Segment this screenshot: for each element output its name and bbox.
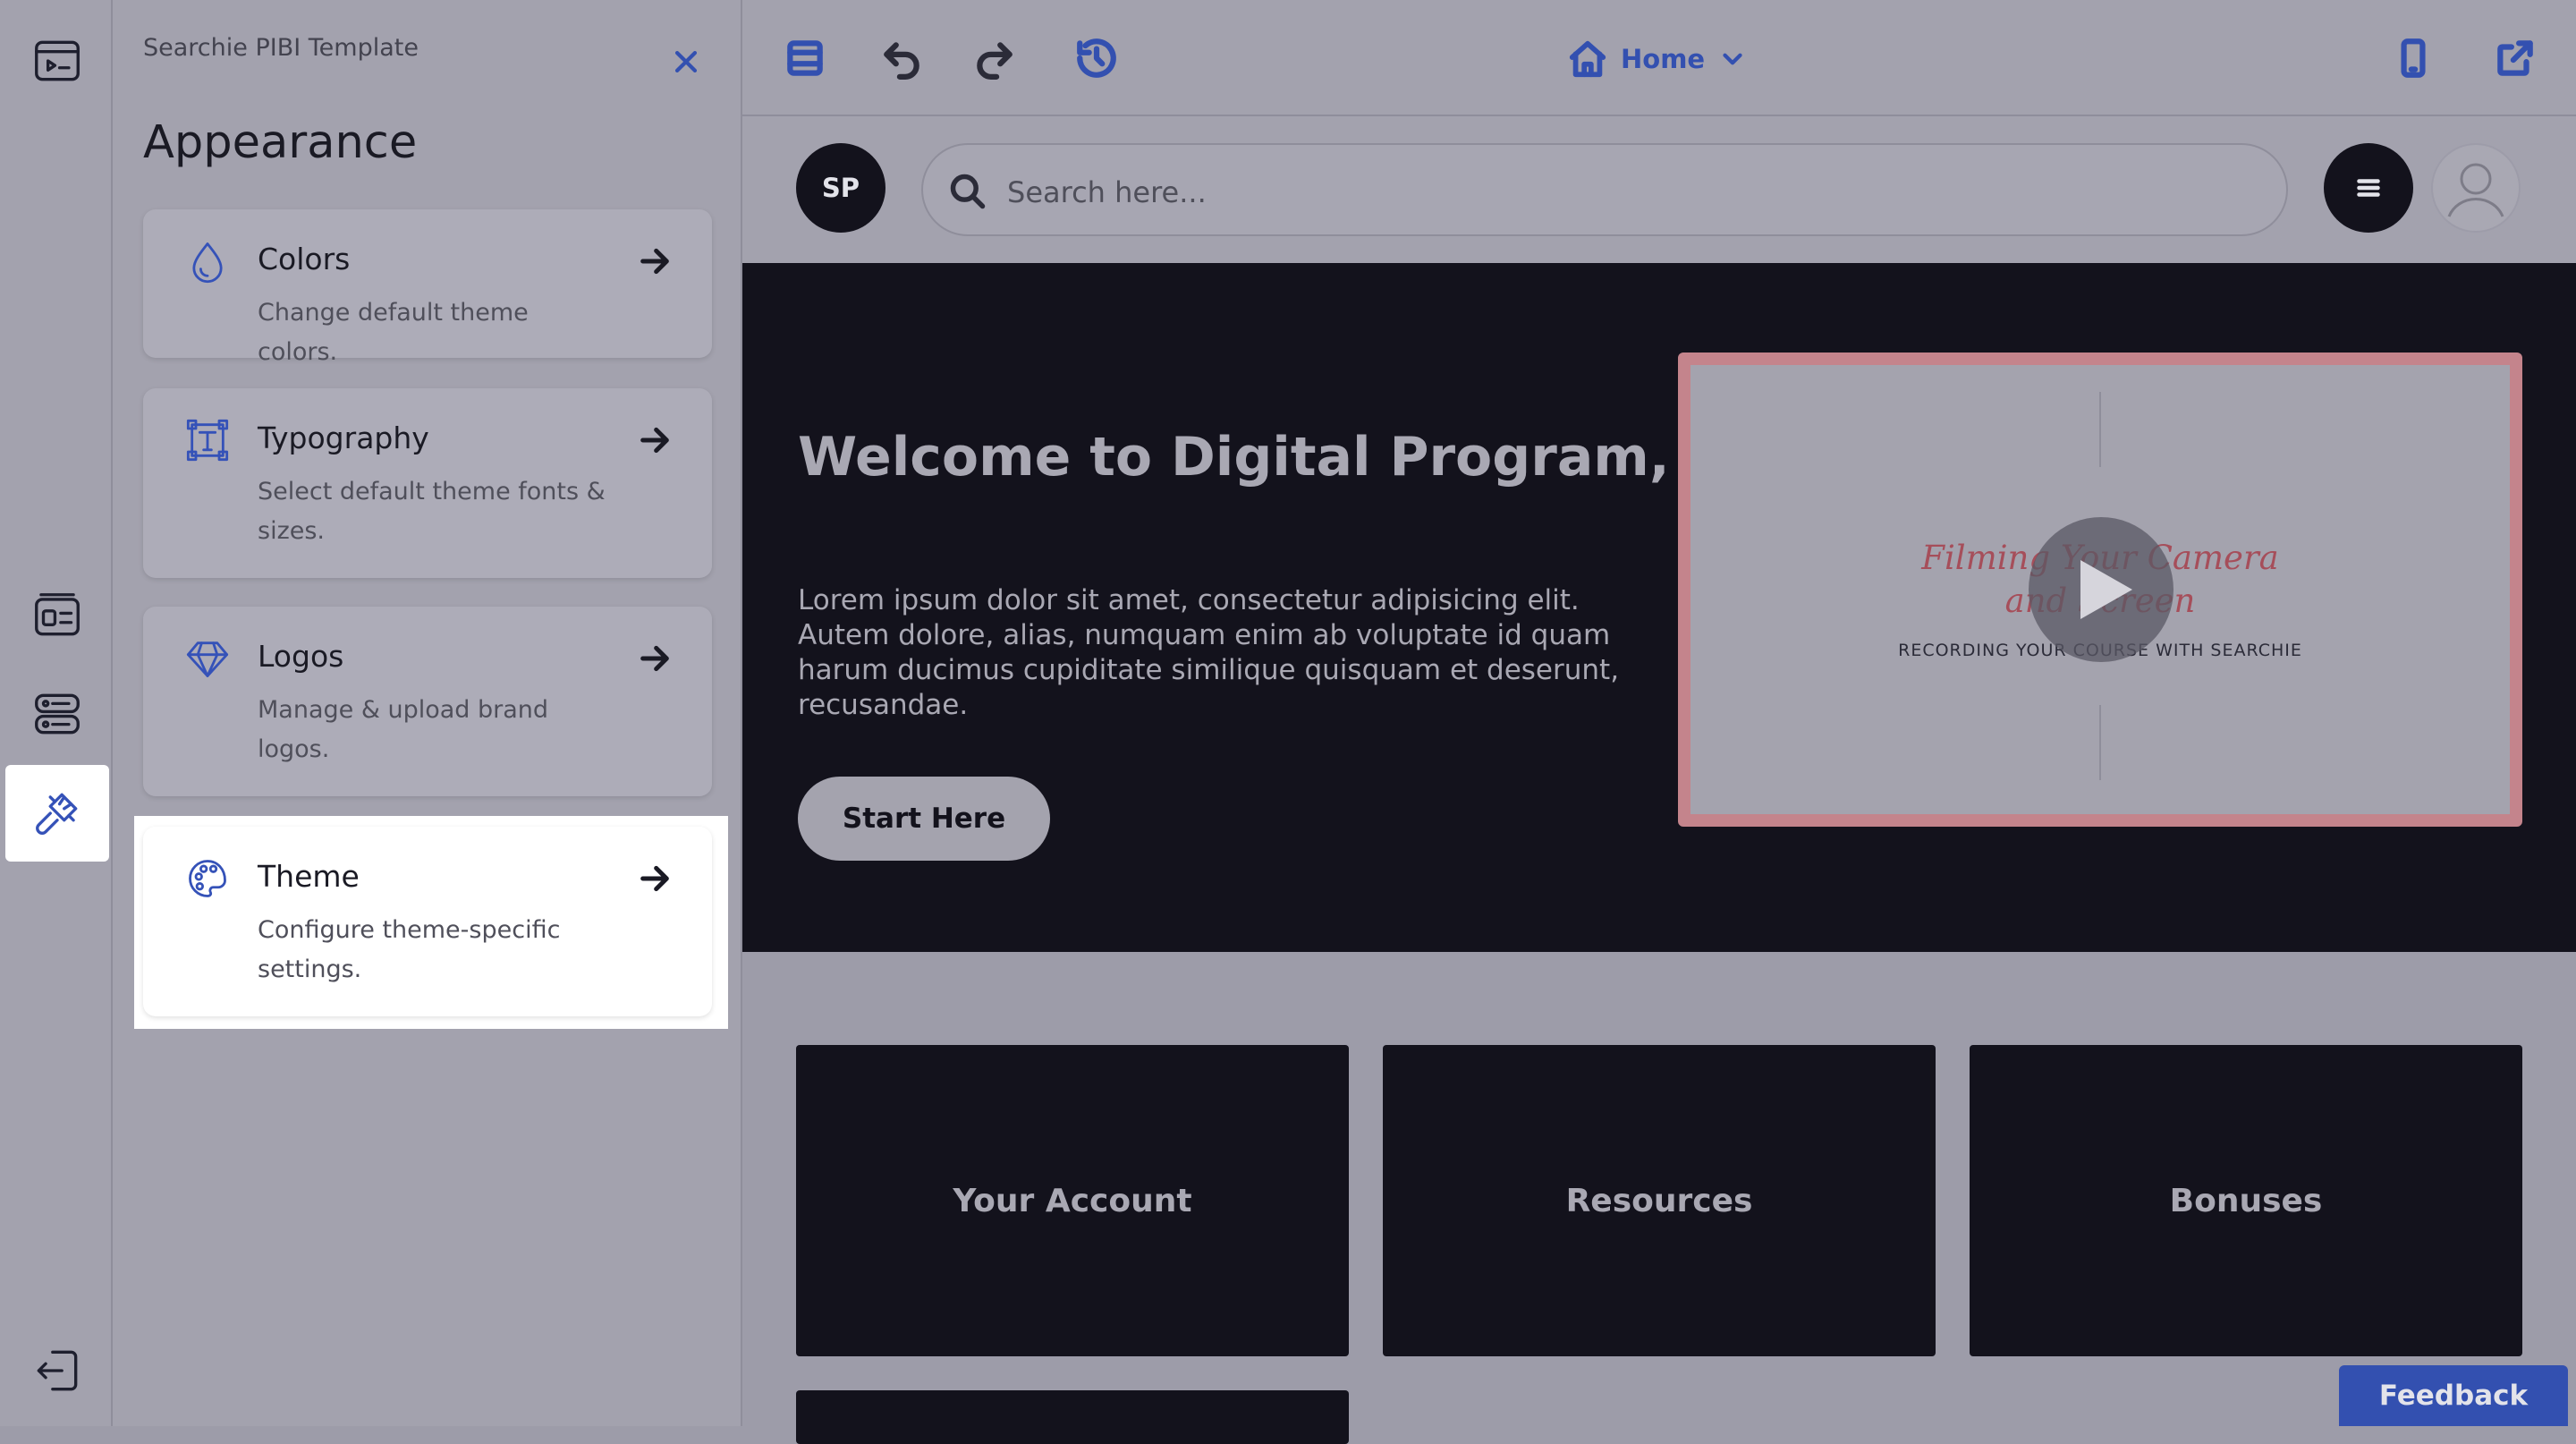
play-button[interactable]	[2029, 517, 2174, 662]
arrow-right-icon	[637, 243, 673, 279]
layouts-icon[interactable]	[5, 567, 109, 664]
search-icon	[950, 174, 986, 209]
user-icon	[2433, 145, 2519, 231]
play-icon	[2080, 560, 2132, 619]
menu-button[interactable]	[2324, 143, 2413, 233]
open-external-button[interactable]	[2488, 31, 2542, 85]
hero-section: Welcome to Digital Program, Will Lorem i…	[742, 263, 2576, 952]
history-button[interactable]	[1070, 31, 1123, 85]
search-placeholder: Search here...	[1007, 175, 1207, 209]
arrow-right-icon	[637, 422, 673, 458]
card-title: Typography	[258, 420, 429, 455]
site-logo-avatar[interactable]: SP	[796, 143, 886, 233]
page-selector-label: Home	[1621, 44, 1706, 74]
logos-card[interactable]: Logos Manage & upload brand logos.	[143, 607, 712, 796]
redo-icon	[977, 42, 1013, 80]
text-box-icon	[184, 417, 231, 463]
redo-button[interactable]	[968, 31, 1021, 85]
user-avatar[interactable]	[2431, 143, 2521, 233]
card-description: Select default theme fonts & sizes.	[258, 478, 606, 545]
appearance-panel: Searchie PIBI Template Appearance Colors…	[113, 0, 742, 1426]
chevron-down-icon	[1723, 53, 1742, 65]
arrow-right-icon	[637, 861, 673, 896]
layers-icon	[787, 40, 823, 76]
theme-card[interactable]: Theme Configure theme-specific settings.	[143, 827, 712, 1016]
history-icon	[1077, 38, 1116, 78]
hamburger-icon	[2357, 179, 2380, 197]
undo-icon	[884, 42, 919, 80]
close-icon	[674, 50, 698, 73]
page-selector[interactable]: Home	[1567, 32, 1748, 86]
colors-card[interactable]: Colors Change default theme colors.	[143, 209, 712, 366]
hero-text: Lorem ipsum dolor sit amet, consectetur …	[798, 584, 1620, 721]
typography-card[interactable]: Typography Select default theme fonts & …	[143, 388, 712, 578]
mobile-preview-button[interactable]	[2386, 31, 2440, 85]
home-icon	[1569, 40, 1606, 78]
divider	[2099, 392, 2101, 467]
preview-toggle-icon[interactable]	[5, 13, 109, 109]
card-description: Change default theme colors.	[258, 299, 529, 366]
palette-icon	[184, 855, 231, 902]
tile-resources[interactable]: Resources	[1383, 1045, 1936, 1356]
arrow-right-icon	[637, 641, 673, 676]
external-link-icon	[2497, 40, 2533, 76]
start-here-button[interactable]: Start Here	[798, 777, 1050, 861]
close-panel-button[interactable]	[662, 38, 710, 86]
sections-toggle-button[interactable]	[778, 31, 832, 85]
card-title: Colors	[258, 242, 351, 276]
site-header: SP Search here...	[742, 116, 2576, 263]
exit-icon[interactable]	[5, 1322, 109, 1419]
diamond-icon	[184, 635, 231, 682]
site-preview: SP Search here... Welcome to Digital Pro…	[742, 116, 2576, 1444]
hero-title: Welcome to Digital Program, Will	[798, 426, 1803, 488]
tile-partial[interactable]	[796, 1390, 1349, 1444]
feedback-button[interactable]: Feedback	[2339, 1365, 2568, 1426]
sections-icon[interactable]	[5, 666, 109, 762]
card-description: Manage & upload brand logos.	[258, 696, 549, 763]
card-title: Theme	[258, 859, 360, 894]
mobile-icon	[2401, 38, 2426, 78]
tile-bonuses[interactable]: Bonuses	[1970, 1045, 2522, 1356]
template-name: Searchie PIBI Template	[143, 34, 419, 62]
droplet-icon	[184, 238, 231, 285]
panel-title: Appearance	[143, 116, 418, 169]
appearance-rail-button[interactable]	[5, 765, 109, 862]
editor-toolbar: Home	[742, 0, 2576, 116]
left-rail	[0, 0, 113, 1426]
search-input[interactable]: Search here...	[921, 143, 2288, 236]
video-player[interactable]: Filming Your Camera and Screen RECORDING…	[1678, 353, 2522, 827]
tile-your-account[interactable]: Your Account	[796, 1045, 1349, 1356]
paintbrush-icon	[36, 793, 78, 835]
card-title: Logos	[258, 639, 344, 674]
card-description: Configure theme-specific settings.	[258, 916, 561, 983]
undo-button[interactable]	[875, 31, 928, 85]
divider	[2099, 705, 2101, 780]
